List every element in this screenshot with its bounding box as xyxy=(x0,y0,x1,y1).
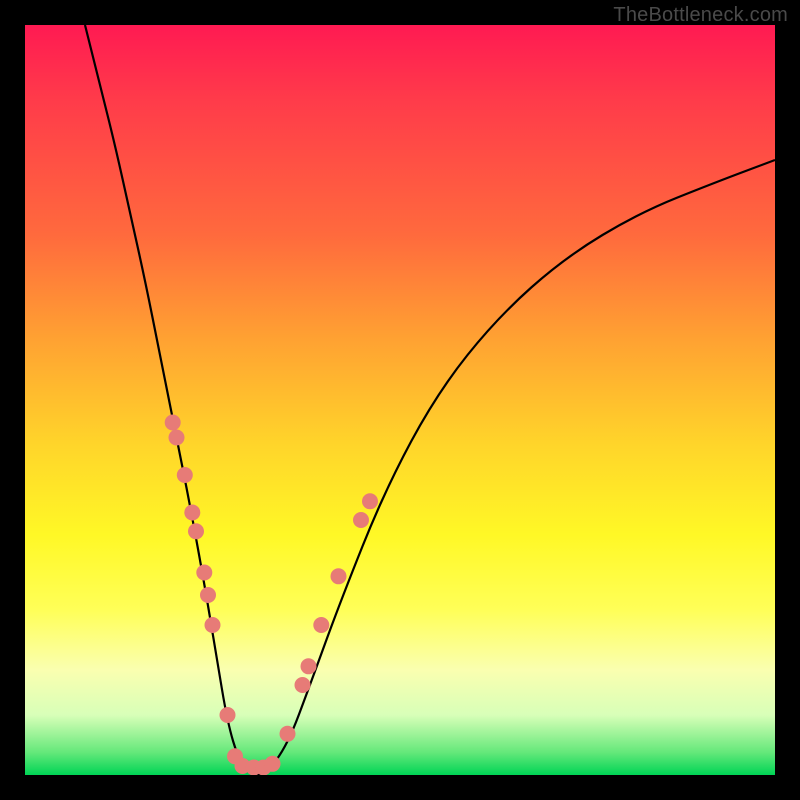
bottleneck-curve xyxy=(85,25,775,775)
data-marker xyxy=(280,726,296,742)
watermark-text: TheBottleneck.com xyxy=(613,4,788,27)
marker-group xyxy=(165,415,378,776)
chart-plot-area xyxy=(25,25,775,775)
data-marker xyxy=(313,617,329,633)
data-marker xyxy=(265,756,281,772)
data-marker xyxy=(205,617,221,633)
data-marker xyxy=(169,430,185,446)
data-marker xyxy=(331,568,347,584)
data-marker xyxy=(353,512,369,528)
data-marker xyxy=(362,493,378,509)
data-marker xyxy=(165,415,181,431)
data-marker xyxy=(177,467,193,483)
data-marker xyxy=(295,677,311,693)
chart-svg xyxy=(25,25,775,775)
chart-frame: TheBottleneck.com xyxy=(0,0,800,800)
data-marker xyxy=(184,505,200,521)
data-marker xyxy=(196,565,212,581)
data-marker xyxy=(301,658,317,674)
data-marker xyxy=(220,707,236,723)
data-marker xyxy=(188,523,204,539)
data-marker xyxy=(200,587,216,603)
